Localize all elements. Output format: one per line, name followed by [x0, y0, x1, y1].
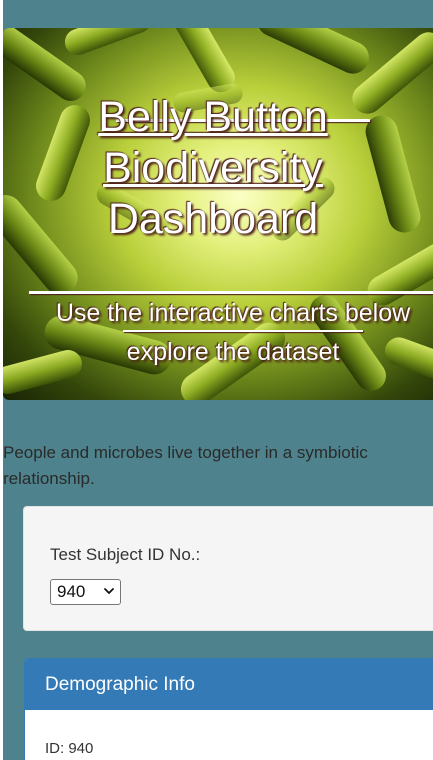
- title-line-3: Dashboard: [107, 195, 319, 243]
- subtitle-line-2: explore the dataset: [126, 338, 340, 366]
- dashboard-title: Belly Button Biodiversity Dashboard: [63, 92, 363, 245]
- title-line-1: Belly Button: [98, 93, 328, 141]
- demographic-info-heading: Demographic Info: [25, 659, 433, 710]
- intro-text: People and microbes live together in a s…: [3, 443, 368, 488]
- demographic-id-row: ID: 940: [45, 740, 94, 757]
- subject-id-label: Test Subject ID No.:: [50, 545, 201, 564]
- subtitle-rule: [123, 330, 363, 332]
- chevron-down-icon: [104, 588, 114, 594]
- dashboard-subtitle: Use the interactive charts below explore…: [23, 294, 433, 372]
- subject-id-selected-value: 940: [57, 582, 86, 601]
- title-line-2: Biodiversity: [103, 144, 323, 192]
- subtitle-line-1: Use the interactive charts below: [55, 299, 411, 327]
- subject-id-select[interactable]: 940: [50, 579, 121, 605]
- demographic-info-panel: Demographic Info ID: 940: [24, 658, 433, 760]
- header-jumbotron: Belly Button Biodiversity Dashboard Use …: [3, 28, 433, 400]
- subject-selector-well: Test Subject ID No.: 940: [23, 506, 433, 631]
- page-container: Belly Button Biodiversity Dashboard Use …: [3, 0, 433, 760]
- demographic-info-body: ID: 940: [25, 710, 433, 757]
